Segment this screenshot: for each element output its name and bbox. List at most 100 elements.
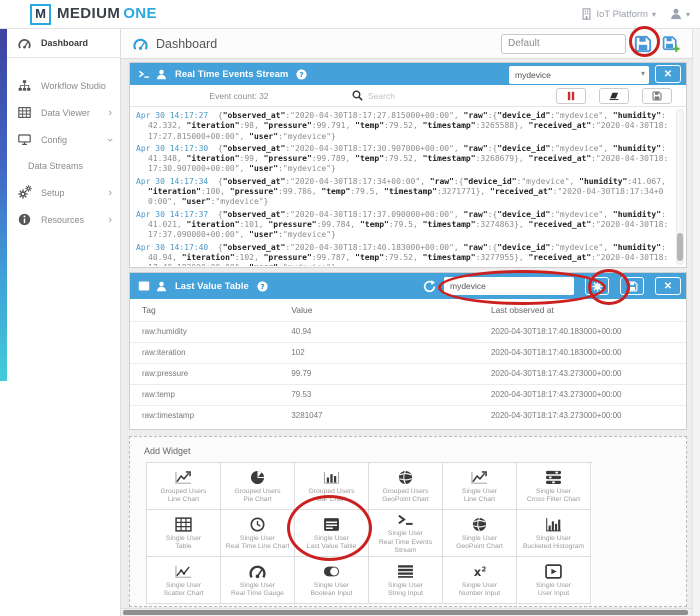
pause-icon <box>566 91 576 101</box>
widget-single-user-number-input[interactable]: x2 Single UserNumber Input <box>443 557 517 604</box>
page-horizontal-scrollbar[interactable] <box>121 608 692 616</box>
save-widget-button[interactable] <box>620 277 644 295</box>
brand-one: ONE <box>123 5 157 22</box>
add-dashboard-button[interactable] <box>660 33 682 55</box>
widget-single-user-string-input[interactable]: Single UserString Input <box>369 557 443 604</box>
widget-grouped-users-line-chart[interactable]: Grouped UsersLine Chart <box>147 463 221 510</box>
value-cell: 3281047 <box>287 405 487 426</box>
widget-single-user-boolean-input[interactable]: Single UserBoolean Input <box>295 557 369 604</box>
lvt-device-input[interactable] <box>444 277 574 295</box>
sidebar-item-config[interactable]: Config › <box>0 126 120 153</box>
tag-cell: raw:iteration <box>130 342 287 363</box>
settings-button[interactable] <box>585 277 609 295</box>
widget-single-user-table[interactable]: Single UserTable <box>147 510 221 557</box>
widget-single-user-scatter-chart[interactable]: Single UserScatter Chart <box>147 557 221 604</box>
user-icon <box>670 8 682 20</box>
value-cell: 79.53 <box>287 384 487 405</box>
main-area: Dashboard Real Time Events Stream ? ▾ ✕ … <box>121 29 700 616</box>
stream-event: Apr 30 14:17:40 {"observed_at":"2020-04-… <box>136 243 670 266</box>
sidebar-item-data-viewer[interactable]: Data Viewer › <box>0 99 120 126</box>
table-icon <box>175 517 192 532</box>
close-panel-button[interactable]: ✕ <box>655 277 681 295</box>
sidebar-item-workflow-studio[interactable]: Workflow Studio <box>0 72 120 99</box>
stream-search <box>348 90 556 101</box>
help-icon[interactable]: ? <box>296 69 307 80</box>
user-icon <box>156 69 167 80</box>
floppy-icon <box>627 281 638 292</box>
user-menu[interactable]: ▾ <box>670 8 690 20</box>
widget-single-user-real-time-gauge[interactable]: Single UserReal Time Gauge <box>221 557 295 604</box>
stream-device-combo: ▾ <box>509 65 649 83</box>
sidebar-item-label: Workflow Studio <box>41 81 106 91</box>
cross-filter-icon <box>545 470 562 485</box>
panel-title: Last Value Table <box>175 281 249 292</box>
line-chart-icon <box>175 470 192 485</box>
user-icon <box>156 281 167 292</box>
text-lines-icon <box>397 564 414 579</box>
page-title: Dashboard <box>156 37 217 51</box>
stream-toolbar: Event count: 32 <box>130 85 686 107</box>
clock-icon <box>249 517 266 532</box>
events-stream-list: Apr 30 14:17:27 {"observed_at":"2020-04-… <box>130 108 674 266</box>
widget-grouped-users-bar-chart[interactable]: Grouped UsersBar Chart <box>295 463 369 510</box>
value-cell: 40.94 <box>287 321 487 342</box>
widget-single-user-real-time-events-stream[interactable]: Single UserReal Time Events Stream <box>369 510 443 557</box>
close-panel-button[interactable]: ✕ <box>655 65 681 83</box>
gear-small-icon <box>25 185 32 192</box>
sidebar-item-data-streams[interactable]: Data Streams <box>0 153 120 179</box>
dashboard-name-input[interactable] <box>501 34 626 54</box>
table-row: raw:temp 79.53 2020-04-30T18:17:43.27300… <box>130 384 686 405</box>
chevron-down-icon: ▾ <box>686 10 690 19</box>
observed-cell: 2020-04-30T18:17:40.183000+00:00 <box>487 321 686 342</box>
table-icon <box>18 106 31 119</box>
sidebar-item-resources[interactable]: Resources › <box>0 206 120 233</box>
info-icon <box>18 213 31 226</box>
sidebar-item-dashboard[interactable]: Dashboard <box>0 29 120 58</box>
terminal-icon <box>138 68 150 80</box>
platform-menu[interactable]: IoT Platform ▾ <box>581 8 656 20</box>
clear-stream-button[interactable] <box>599 88 629 104</box>
widget-single-user-line-chart[interactable]: Single UserLine Chart <box>443 463 517 510</box>
value-cell: 99.79 <box>287 363 487 384</box>
chevron-right-icon: › <box>108 215 112 225</box>
sidebar-item-label: Setup <box>41 188 65 198</box>
refresh-icon[interactable] <box>423 280 436 293</box>
widget-single-user-last-value-table[interactable]: Single UserLast Value Table <box>295 510 369 557</box>
pause-stream-button[interactable] <box>556 88 586 104</box>
pie-chart-icon <box>249 470 266 485</box>
stream-event: Apr 30 14:17:27 {"observed_at":"2020-04-… <box>136 111 670 142</box>
stream-search-input[interactable] <box>368 91 518 101</box>
widget-single-user-bucketed-histogram[interactable]: Single UserBucketed Histogram <box>517 510 591 557</box>
gauge-icon <box>249 564 266 579</box>
stream-scrollbar-thumb[interactable] <box>677 233 683 261</box>
widget-grouped-users-geopoint-chart[interactable]: Grouped UsersGeoPoint Chart <box>369 463 443 510</box>
brand-text: MEDIUMONE <box>57 5 157 22</box>
widget-single-user-geopoint-chart[interactable]: Single UserGeoPoint Chart <box>443 510 517 557</box>
close-icon: ✕ <box>664 281 672 292</box>
svg-text:2: 2 <box>481 564 486 573</box>
bar-chart-icon <box>323 470 340 485</box>
widget-single-user-real-time-line-chart[interactable]: Single UserReal Time Line Chart <box>221 510 295 557</box>
platform-label: IoT Platform <box>596 9 648 20</box>
column-header: Tag <box>130 299 287 321</box>
widget-single-user-user-input[interactable]: Single UserUser Input <box>517 557 591 604</box>
sidebar-item-label: Dashboard <box>41 38 88 48</box>
building-icon <box>581 8 592 20</box>
stream-event: Apr 30 14:17:34 {"observed_at":"2020-04-… <box>136 177 670 208</box>
table-header-row: Tag Value Last observed at <box>130 299 686 321</box>
table-row: raw:pressure 99.79 2020-04-30T18:17:43.2… <box>130 363 686 384</box>
help-icon[interactable]: ? <box>257 281 268 292</box>
column-header: Value <box>287 299 487 321</box>
sidebar-item-setup[interactable]: Setup › <box>0 179 120 206</box>
export-stream-button[interactable] <box>642 88 672 104</box>
horizontal-scrollbar-thumb[interactable] <box>123 610 688 615</box>
widget-grid: Grouped UsersLine Chart Grouped UsersPie… <box>146 462 592 604</box>
value-cell: 102 <box>287 342 487 363</box>
stream-device-input[interactable] <box>509 66 649 84</box>
widget-grouped-users-pie-chart[interactable]: Grouped UsersPie Chart <box>221 463 295 510</box>
save-dashboard-button[interactable] <box>632 33 654 55</box>
page-vertical-scrollbar[interactable] <box>692 29 700 616</box>
chevron-right-icon: › <box>108 188 112 198</box>
chevron-down-icon: › <box>105 138 115 142</box>
widget-single-user-cross-filter-chart[interactable]: Single UserCross Filter Chart <box>517 463 591 510</box>
